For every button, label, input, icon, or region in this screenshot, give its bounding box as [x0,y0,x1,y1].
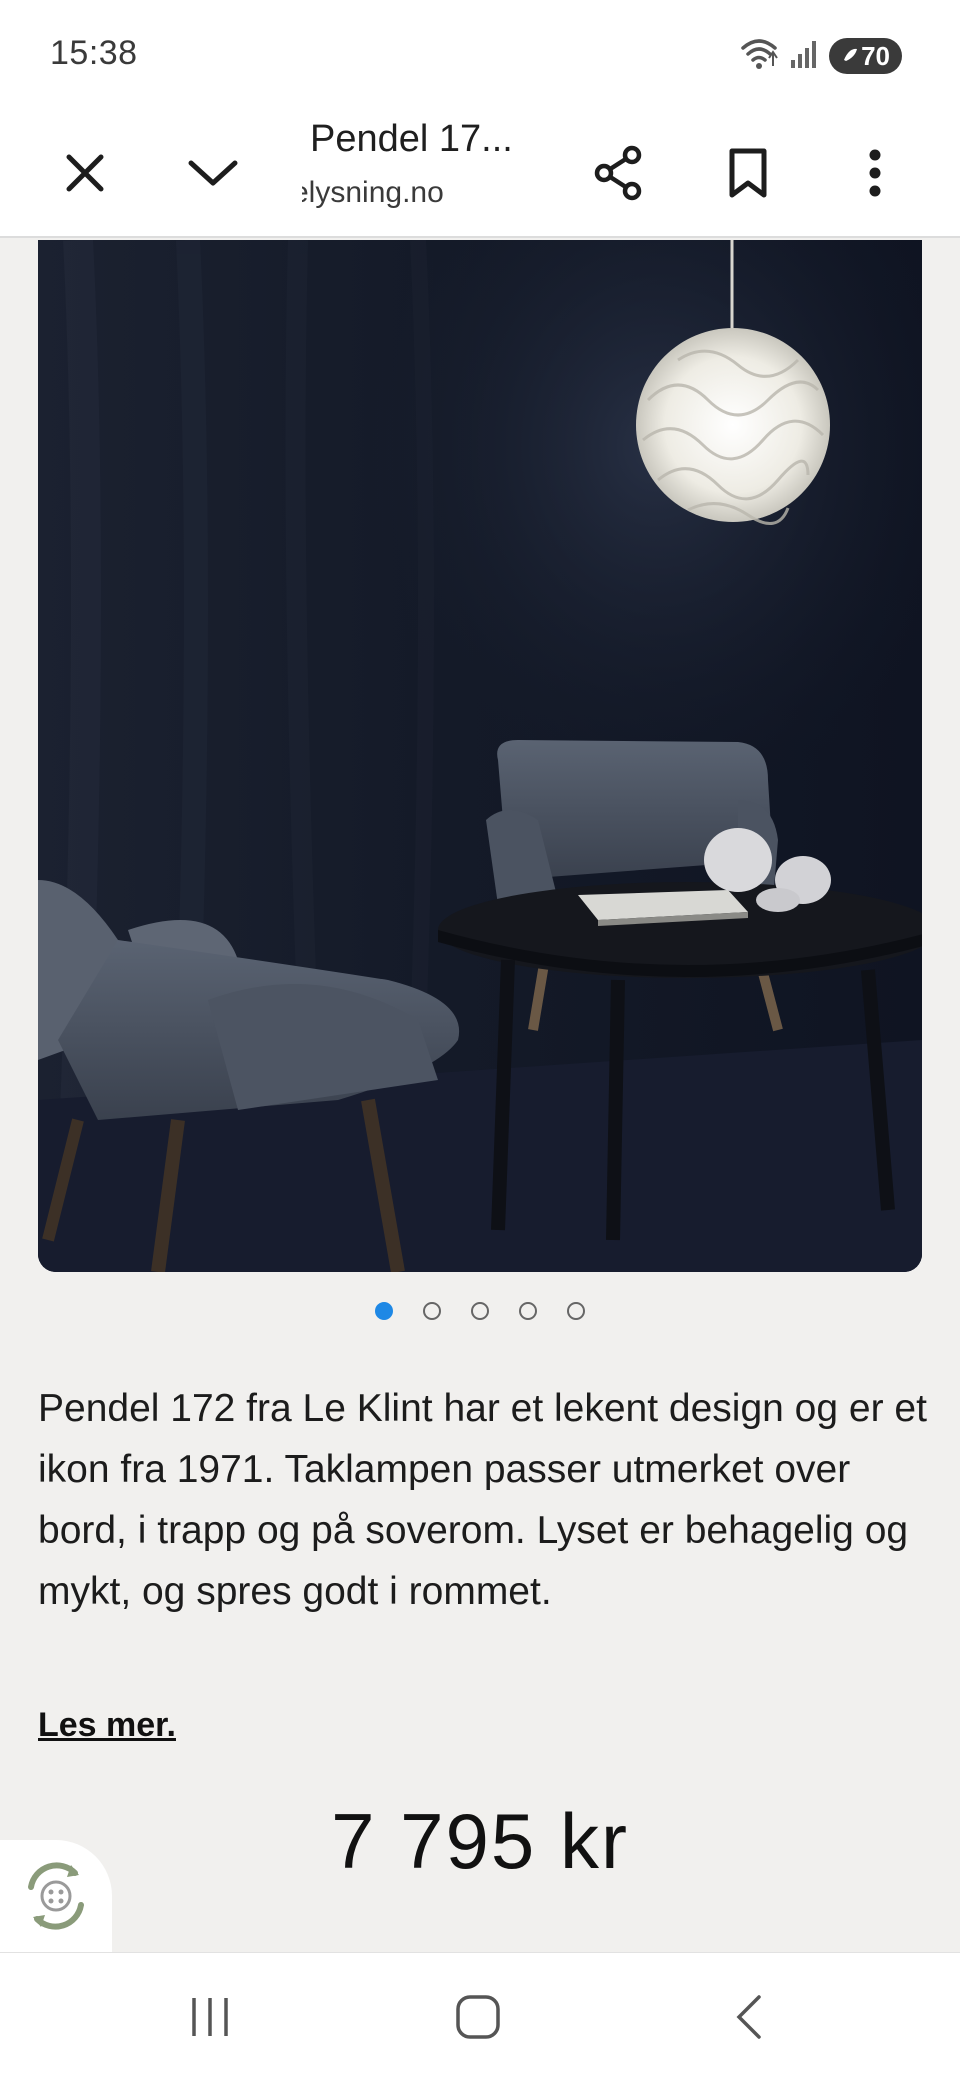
product-description: Pendel 172 fra Le Klint har et lekent de… [38,1387,927,1613]
system-nav-bar [0,1952,960,2080]
chat-widget-icon [28,1862,84,1930]
chat-widget-button[interactable] [0,1840,112,1952]
recents-icon [192,1998,228,2036]
page-title[interactable]: Pendel 17... [310,118,530,161]
bookmark-icon [729,148,767,198]
page-url[interactable]: elysning.no [302,176,502,210]
share-icon [594,145,642,201]
product-image[interactable] [38,240,922,1272]
more-vert-icon [869,149,881,197]
back-icon [736,1995,761,2039]
home-button[interactable] [418,1975,538,2059]
carousel-indicator [0,1302,960,1320]
battery-level: 70 [861,40,890,71]
bookmark-button[interactable] [705,130,791,216]
home-icon [456,1995,500,2039]
carousel-dot[interactable] [375,1302,393,1320]
status-bar: 15:38 70 [0,0,960,108]
share-button[interactable] [575,130,661,216]
recents-button[interactable] [150,1975,270,2059]
carousel-dot[interactable] [567,1302,585,1320]
battery-icon: 70 [829,38,902,74]
close-icon [66,154,104,192]
back-button[interactable] [688,1975,808,2059]
chevron-down-icon [188,160,238,186]
status-time: 15:38 [50,34,138,72]
read-more-link[interactable]: Les mer. [38,1706,176,1745]
status-icons: 70 [739,36,902,76]
wifi-icon [739,36,779,77]
more-options-button[interactable] [832,130,918,216]
signal-icon [789,38,819,75]
page-info-button[interactable] [170,130,256,216]
carousel-dot[interactable] [471,1302,489,1320]
close-button[interactable] [42,130,128,216]
product-price: 7 795 kr [331,1797,629,1885]
browser-toolbar: Pendel 17... elysning.no [0,108,960,238]
carousel-dot[interactable] [423,1302,441,1320]
carousel-dot[interactable] [519,1302,537,1320]
